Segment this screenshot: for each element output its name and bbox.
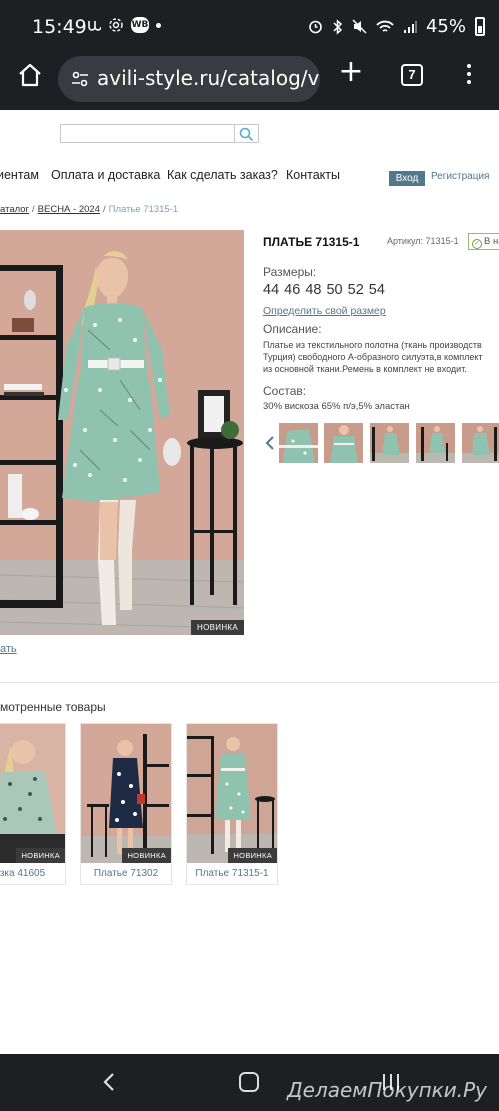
nav-link-how-to-order[interactable]: Как сделать заказ? bbox=[167, 168, 278, 182]
alarm-icon bbox=[308, 19, 323, 34]
viewed-product-name[interactable]: узка 41605 bbox=[0, 868, 65, 879]
battery-percent: 45% bbox=[425, 16, 466, 37]
system-nav-bar: ДелаемПокупки.Ру bbox=[0, 1054, 499, 1111]
login-button[interactable]: Вход bbox=[389, 171, 425, 186]
sizes-label: Размеры: bbox=[263, 265, 317, 279]
web-page: иентам Оплата и доставка Как сделать зак… bbox=[0, 110, 499, 1054]
product-title: ПЛАТЬЕ 71315-1 bbox=[263, 235, 360, 249]
viewed-product-card[interactable]: НОВИНКА Платье 71302 bbox=[80, 723, 172, 885]
viewed-product-card[interactable]: НОВИНКА узка 41605 bbox=[0, 723, 66, 885]
product-thumbnail[interactable] bbox=[462, 423, 499, 463]
thumbnail-image bbox=[416, 423, 455, 463]
thumbnail-prev-arrow-icon[interactable] bbox=[265, 436, 275, 450]
recently-viewed-title: мотренные товары bbox=[0, 700, 106, 714]
viewed-product-name[interactable]: Платье 71315-1 bbox=[187, 868, 277, 879]
search-button[interactable] bbox=[235, 124, 259, 143]
breadcrumb-separator: / bbox=[32, 204, 35, 215]
viewed-product-image: НОВИНКА bbox=[0, 724, 65, 863]
check-icon: ✓ bbox=[472, 239, 482, 249]
thumbnail-image bbox=[279, 423, 318, 463]
composition-text: 30% вискоза 65% п/э,5% эластан bbox=[263, 401, 410, 412]
viewed-product-image: НОВИНКА bbox=[81, 724, 171, 863]
section-divider bbox=[0, 682, 499, 683]
wifi-icon bbox=[376, 20, 394, 34]
status-icons-right: 45% bbox=[308, 16, 485, 37]
thumbnail-image bbox=[324, 423, 363, 463]
breadcrumb: аталог / ВЕСНА - 2024/Платье 71315-1 bbox=[0, 204, 178, 215]
new-badge: НОВИНКА bbox=[228, 848, 277, 863]
product-main-photo[interactable]: НОВИНКА bbox=[0, 230, 244, 635]
thumbnail-image bbox=[370, 423, 409, 463]
settings-flower-icon bbox=[108, 17, 124, 33]
home-button[interactable] bbox=[17, 62, 43, 88]
url-text[interactable]: avili-style.ru/catalog/ve bbox=[97, 66, 320, 90]
size-guide-link[interactable]: Определить свой размер bbox=[263, 305, 386, 317]
breadcrumb-separator: / bbox=[102, 204, 106, 215]
mute-icon bbox=[352, 19, 367, 34]
new-badge: НОВИНКА bbox=[122, 848, 171, 863]
breadcrumb-spring-2024[interactable]: ВЕСНА - 2024 bbox=[38, 204, 100, 215]
photo-link[interactable]: ать bbox=[0, 643, 17, 655]
viewed-product-image: НОВИНКА bbox=[187, 724, 277, 863]
new-badge: НОВИНКА bbox=[191, 620, 244, 635]
viewed-product-card[interactable]: НОВИНКА Платье 71315-1 bbox=[186, 723, 278, 885]
address-bar[interactable]: avili-style.ru/catalog/ve bbox=[58, 56, 320, 102]
product-thumbnail[interactable] bbox=[279, 423, 318, 463]
description-text: Платье из текстильного полотна (ткань пр… bbox=[263, 339, 499, 375]
product-thumbnail[interactable] bbox=[370, 423, 409, 463]
battery-icon bbox=[475, 17, 485, 36]
product-photo-image bbox=[0, 230, 244, 635]
site-settings-icon[interactable] bbox=[70, 69, 90, 89]
notification-dot-icon bbox=[156, 22, 161, 28]
browser-toolbar: avili-style.ru/catalog/ve + 7 bbox=[0, 56, 499, 110]
home-icon bbox=[19, 63, 41, 87]
stock-text: В нал bbox=[484, 236, 499, 247]
nav-link-contacts[interactable]: Контакты bbox=[286, 168, 340, 182]
browser-menu-button[interactable] bbox=[462, 60, 476, 88]
search-icon bbox=[239, 127, 254, 142]
search-input[interactable] bbox=[60, 124, 235, 143]
thumbnail-image bbox=[462, 423, 499, 463]
breadcrumb-catalog[interactable]: аталог bbox=[0, 204, 29, 215]
nav-link-clients[interactable]: иентам bbox=[0, 168, 39, 182]
product-article: Артикул: 71315-1 bbox=[387, 236, 459, 246]
product-thumbnail[interactable] bbox=[324, 423, 363, 463]
watermark: ДелаемПокупки.Ру bbox=[287, 1078, 487, 1102]
composition-label: Состав: bbox=[263, 384, 307, 398]
signal-icon bbox=[403, 20, 417, 34]
carrier-icon bbox=[87, 18, 101, 32]
product-thumbnail[interactable] bbox=[416, 423, 455, 463]
nav-link-payment-delivery[interactable]: Оплата и доставка bbox=[51, 168, 160, 182]
register-link[interactable]: Регистрация bbox=[431, 171, 489, 182]
status-bar: 15:49 WB 45% bbox=[0, 0, 499, 56]
description-line: Турция) свободного А-образного силуэта,в… bbox=[263, 352, 483, 362]
status-time: 15:49 bbox=[32, 16, 87, 38]
status-icons-left: WB bbox=[87, 17, 161, 33]
description-label: Описание: bbox=[263, 322, 322, 336]
tab-switcher-button[interactable]: 7 bbox=[401, 64, 423, 86]
sizes-list: 44 46 48 50 52 54 bbox=[263, 282, 385, 298]
new-badge: НОВИНКА bbox=[16, 848, 65, 863]
home-nav-icon[interactable] bbox=[239, 1072, 259, 1092]
bluetooth-icon bbox=[332, 18, 343, 35]
description-line: Платье из текстильного полотна (ткань пр… bbox=[263, 340, 482, 350]
viewed-product-name[interactable]: Платье 71302 bbox=[81, 868, 171, 879]
breadcrumb-current: Платье 71315-1 bbox=[108, 204, 179, 215]
back-icon[interactable] bbox=[100, 1072, 120, 1092]
description-line: из основной ткани.Ремень в комплект не в… bbox=[263, 364, 467, 374]
wb-app-icon: WB bbox=[131, 17, 149, 33]
new-tab-button[interactable]: + bbox=[337, 57, 365, 87]
stock-badge: ✓В нал bbox=[468, 233, 499, 250]
